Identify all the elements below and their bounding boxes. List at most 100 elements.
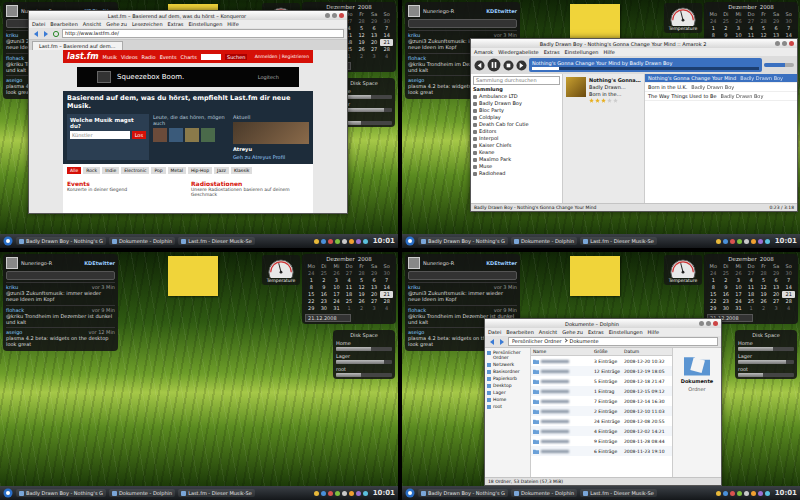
place-item[interactable]: Netzwerk — [487, 362, 528, 367]
site-nav-link[interactable]: Events — [160, 54, 177, 60]
calendar-day[interactable]: 5 — [355, 277, 368, 284]
task-button[interactable]: Badly Drawn Boy - Nothing's G — [418, 489, 508, 497]
sticky-note[interactable] — [168, 256, 218, 296]
calendar-day[interactable]: 18 — [343, 291, 356, 298]
minimize-icon[interactable] — [775, 41, 780, 46]
calendar-day[interactable]: 2 — [720, 25, 733, 32]
calendar-month[interactable]: Dezember — [728, 4, 756, 10]
calendar-day[interactable]: 12 — [757, 284, 770, 291]
calendar-year[interactable]: 2008 — [760, 4, 774, 10]
collection-artist[interactable]: Radiohead — [473, 170, 560, 177]
calendar-day[interactable]: 20 — [368, 291, 381, 298]
calendar-day[interactable]: 30 — [782, 18, 795, 25]
menu-item[interactable]: Ansicht — [539, 329, 557, 335]
calendar-day[interactable]: 26 — [355, 46, 368, 53]
date-field[interactable]: 21.12.2008 — [305, 314, 351, 322]
calendar-day[interactable]: 6 — [770, 25, 783, 32]
site-logo[interactable]: last.fm — [67, 52, 99, 61]
calendar-day[interactable]: 2 — [355, 53, 368, 60]
calendar-day[interactable]: 26 — [330, 270, 343, 277]
go-button[interactable]: Los — [132, 131, 146, 139]
task-button[interactable]: Dokumente - Dolphin — [109, 489, 175, 497]
file-row[interactable]: 24 Einträge2008-12-08 20:55 — [531, 416, 672, 426]
calendar-day[interactable]: 9 — [318, 284, 331, 291]
calendar-day[interactable]: 19 — [757, 291, 770, 298]
calendar-day[interactable]: 19 — [355, 39, 368, 46]
site-nav-link[interactable]: Musik — [103, 54, 117, 60]
menu-item[interactable]: Wiedergabeliste — [498, 49, 538, 55]
star-icon[interactable] — [601, 98, 606, 103]
back-arrow-icon[interactable] — [488, 338, 496, 346]
clock[interactable]: 10:01 — [773, 489, 797, 497]
collection-artist[interactable]: Kaiser Chiefs — [473, 142, 560, 149]
tray-icon[interactable] — [744, 239, 749, 244]
place-item[interactable]: Desktop — [487, 383, 528, 388]
calendar-day[interactable]: 30 — [782, 270, 795, 277]
tray-icon[interactable] — [751, 491, 756, 496]
artist-thumbnail[interactable] — [185, 128, 199, 142]
task-button[interactable]: Dokumente - Dolphin — [511, 237, 577, 245]
calendar-day[interactable]: 26 — [355, 298, 368, 305]
column-header[interactable]: Größe — [594, 349, 624, 354]
collection-artist[interactable]: Editors — [473, 128, 560, 135]
column-header[interactable]: Name — [533, 349, 594, 354]
menu-item[interactable]: Extras — [544, 49, 560, 55]
calendar-year[interactable]: 2008 — [358, 4, 372, 10]
calendar-day[interactable]: 20 — [368, 39, 381, 46]
calendar-day[interactable]: 14 — [380, 32, 393, 39]
volume-slider[interactable] — [764, 63, 794, 67]
feature-link[interactable]: Geh zu Atreyus Profil — [233, 154, 309, 160]
genre-tab[interactable]: Jazz — [214, 167, 229, 174]
calendar-day[interactable]: 28 — [782, 298, 795, 305]
collection-artist[interactable]: Muse — [473, 163, 560, 170]
calendar-day[interactable]: 15 — [707, 291, 720, 298]
calendar-day[interactable]: 18 — [745, 291, 758, 298]
calendar-day[interactable]: 1 — [707, 277, 720, 284]
calendar-day[interactable]: 3 — [330, 277, 343, 284]
task-button[interactable]: Last.fm - Dieser Musik-Se — [580, 237, 657, 245]
browser-window[interactable]: Last.fm – Basierend auf dem, was du hörs… — [28, 10, 348, 214]
close-icon[interactable] — [789, 41, 794, 46]
calendar-day[interactable]: 28 — [355, 18, 368, 25]
menu-item[interactable]: Gehe zu — [106, 21, 127, 27]
calendar-day[interactable]: 2 — [757, 305, 770, 312]
star-icon[interactable] — [595, 98, 600, 103]
titlebar[interactable]: Badly Drawn Boy - Nothing's Gonna Change… — [471, 39, 797, 48]
playlist-row[interactable]: Nothing's Gonna Change Your MindBadly Dr… — [645, 74, 797, 83]
calendar-day[interactable]: 22 — [305, 298, 318, 305]
minimize-icon[interactable] — [699, 321, 704, 326]
file-row[interactable]: 4 Einträge2008-12-02 14:21 — [531, 426, 672, 436]
file-row[interactable]: 3 Einträge2008-12-20 10:32 — [531, 356, 672, 366]
filemanager-window[interactable]: Dokumente – DolphinDateiBearbeitenAnsich… — [484, 318, 722, 486]
calendar-day[interactable]: 3 — [368, 305, 381, 312]
genre-tab[interactable]: Rock — [83, 167, 100, 174]
post-user[interactable]: kriku — [6, 284, 18, 290]
clock[interactable]: 10:01 — [773, 237, 797, 245]
post-user[interactable]: aseigo — [408, 77, 424, 83]
menu-item[interactable]: Gehe zu — [562, 329, 583, 335]
calendar-day[interactable]: 13 — [368, 284, 381, 291]
calendar-day[interactable]: 28 — [380, 46, 393, 53]
calendar-day[interactable]: 30 — [318, 305, 331, 312]
file-row[interactable]: 5 Einträge2008-12-18 21:47 — [531, 376, 672, 386]
forward-arrow-icon[interactable] — [42, 30, 50, 38]
tray-icon[interactable] — [363, 239, 368, 244]
virtual-desktop[interactable]: Nuneriego-RKDEtwitterkrikuvor 3 Min@zuni… — [0, 0, 398, 248]
close-icon[interactable] — [713, 321, 718, 326]
calendar-day[interactable]: 11 — [343, 284, 356, 291]
menu-item[interactable]: Einstellungen — [188, 21, 222, 27]
tray-icon[interactable] — [737, 239, 742, 244]
task-button[interactable]: Dokumente - Dolphin — [109, 237, 175, 245]
tray-icon[interactable] — [342, 491, 347, 496]
genre-tab[interactable]: Klassik — [231, 167, 253, 174]
kde-menu-icon[interactable] — [3, 236, 13, 246]
post-user[interactable]: kriku — [408, 284, 420, 290]
calendar-day[interactable]: 6 — [368, 277, 381, 284]
genre-tab[interactable]: Alle — [67, 167, 81, 174]
calendar-day[interactable]: 27 — [343, 270, 356, 277]
calendar-day[interactable]: 8 — [707, 284, 720, 291]
artist-thumbnail[interactable] — [201, 128, 215, 142]
site-nav-link[interactable]: Charts — [181, 54, 197, 60]
url-field[interactable]: http://www.lastfm.de/ — [62, 29, 344, 38]
tray-icon[interactable] — [716, 239, 721, 244]
